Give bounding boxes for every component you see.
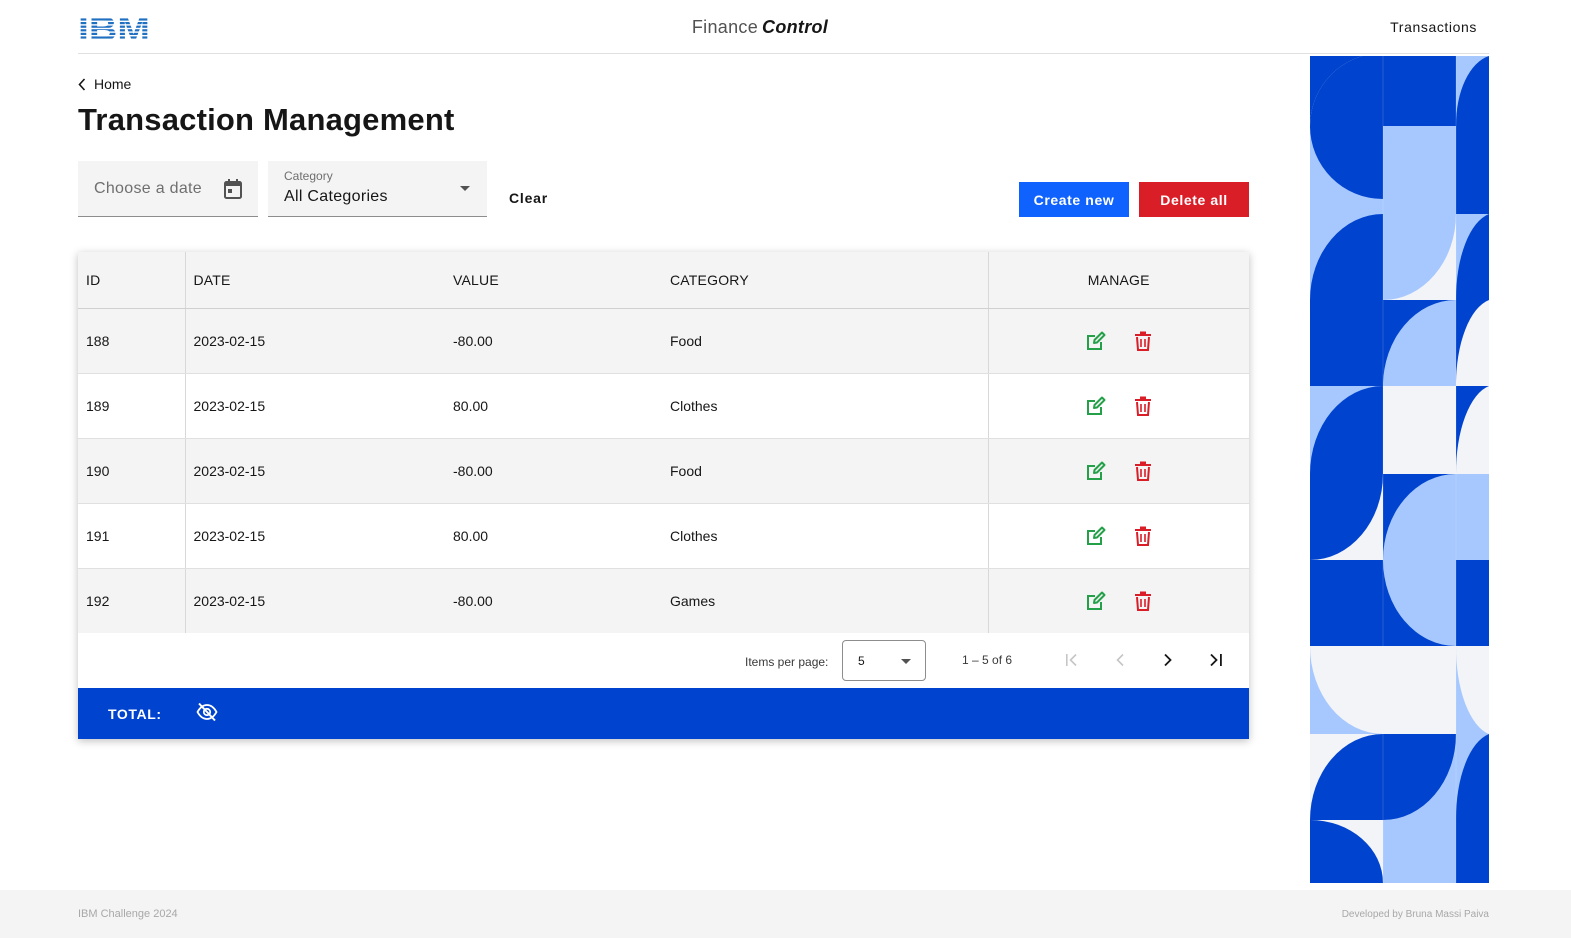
column-header-id[interactable]: ID xyxy=(78,252,186,309)
cell-value: 80.00 xyxy=(445,503,662,569)
table-row: 191 2023-02-15 80.00 Clothes xyxy=(78,503,1249,569)
eye-off-icon[interactable] xyxy=(196,702,218,727)
create-new-button[interactable]: Create new xyxy=(1019,182,1129,217)
column-header-manage: MANAGE xyxy=(988,252,1249,309)
breadcrumb-home[interactable]: Home xyxy=(78,76,131,92)
breadcrumb-label: Home xyxy=(94,76,132,92)
table-header-row: ID DATE VALUE CATEGORY MANAGE xyxy=(78,252,1249,309)
trash-icon[interactable] xyxy=(1134,331,1152,351)
cell-value: -80.00 xyxy=(445,438,662,504)
edit-icon[interactable] xyxy=(1085,525,1107,547)
cell-id: 191 xyxy=(78,503,186,569)
cell-id: 190 xyxy=(78,438,186,504)
first-page-icon xyxy=(1066,653,1077,667)
cell-date: 2023-02-15 xyxy=(185,438,445,504)
cell-value: 80.00 xyxy=(445,373,662,439)
dropdown-caret-icon xyxy=(460,186,470,191)
app-title: Finance Control xyxy=(0,17,1520,38)
column-header-date[interactable]: DATE xyxy=(185,252,445,309)
trash-icon[interactable] xyxy=(1134,396,1152,416)
cell-manage xyxy=(988,568,1249,633)
cell-category: Food xyxy=(662,308,989,374)
page-size-value: 5 xyxy=(858,654,865,668)
edit-icon[interactable] xyxy=(1085,395,1107,417)
cell-category: Clothes xyxy=(662,503,989,569)
header-divider xyxy=(78,53,1489,54)
table-row: 189 2023-02-15 80.00 Clothes xyxy=(78,373,1249,439)
last-page-icon xyxy=(1210,653,1222,667)
app-title-accent: Control xyxy=(762,17,829,37)
chevron-left-icon xyxy=(78,77,86,91)
app-header: IBM Finance Control Transactions xyxy=(0,0,1571,55)
cell-id: 188 xyxy=(78,308,186,374)
chevron-right-icon xyxy=(1164,653,1172,667)
cell-manage xyxy=(988,308,1249,374)
total-label: TOTAL: xyxy=(108,706,162,722)
total-bar: TOTAL: xyxy=(78,688,1249,739)
cell-date: 2023-02-15 xyxy=(185,503,445,569)
edit-icon[interactable] xyxy=(1085,460,1107,482)
edit-icon[interactable] xyxy=(1085,330,1107,352)
category-value: All Categories xyxy=(284,188,388,205)
cell-id: 189 xyxy=(78,373,186,439)
cell-category: Games xyxy=(662,568,989,633)
page-title: Transaction Management xyxy=(78,102,455,137)
previous-page-button[interactable] xyxy=(1108,648,1132,672)
chevron-left-icon xyxy=(1116,653,1124,667)
dropdown-caret-icon xyxy=(901,659,911,664)
page-range-label: 1 – 5 of 6 xyxy=(962,653,1013,667)
cell-manage xyxy=(988,373,1249,439)
clear-filters-button[interactable]: Clear xyxy=(509,190,548,206)
column-header-value[interactable]: VALUE xyxy=(445,252,662,309)
first-page-button[interactable] xyxy=(1060,648,1084,672)
app-title-main: Finance xyxy=(691,17,759,37)
next-page-button[interactable] xyxy=(1156,648,1180,672)
footer: IBM Challenge 2024 Developed by Bruna Ma… xyxy=(0,890,1571,938)
transactions-card: ID DATE VALUE CATEGORY MANAGE 188 2023-02… xyxy=(78,252,1249,739)
paginator: Items per page: 5 1 – 5 of 6 xyxy=(78,632,1249,688)
cell-value: -80.00 xyxy=(445,308,662,374)
items-per-page-label: Items per page: xyxy=(745,655,829,669)
nav-link-transactions[interactable]: Transactions xyxy=(1390,19,1477,35)
trash-icon[interactable] xyxy=(1134,591,1152,611)
date-placeholder: Choose a date xyxy=(94,180,202,197)
date-picker-field[interactable]: Choose a date xyxy=(78,161,258,217)
cell-category: Clothes xyxy=(662,373,989,439)
trash-icon[interactable] xyxy=(1134,526,1152,546)
last-page-button[interactable] xyxy=(1204,648,1228,672)
transactions-table: ID DATE VALUE CATEGORY MANAGE 188 2023-02… xyxy=(78,252,1249,633)
cell-date: 2023-02-15 xyxy=(185,373,445,439)
category-select[interactable]: Category All Categories xyxy=(268,161,487,217)
footer-right-text: Developed by Bruna Massi Paiva xyxy=(1341,909,1489,920)
column-header-category[interactable]: CATEGORY xyxy=(662,252,989,309)
delete-all-button[interactable]: Delete all xyxy=(1139,182,1249,217)
page-size-select[interactable]: 5 xyxy=(842,640,926,681)
cell-id: 192 xyxy=(78,568,186,633)
table-row: 188 2023-02-15 -80.00 Food xyxy=(78,308,1249,374)
table-row: 192 2023-02-15 -80.00 Games xyxy=(78,568,1249,633)
trash-icon[interactable] xyxy=(1134,461,1152,481)
cell-category: Food xyxy=(662,438,989,504)
calendar-icon[interactable] xyxy=(223,178,243,205)
table-row: 190 2023-02-15 -80.00 Food xyxy=(78,438,1249,504)
cell-manage xyxy=(988,438,1249,504)
decorative-pattern xyxy=(1310,56,1489,883)
category-label: Category xyxy=(284,169,333,183)
cell-date: 2023-02-15 xyxy=(185,308,445,374)
edit-icon[interactable] xyxy=(1085,590,1107,612)
footer-left-text: IBM Challenge 2024 xyxy=(78,908,178,920)
cell-manage xyxy=(988,503,1249,569)
cell-value: -80.00 xyxy=(445,568,662,633)
cell-date: 2023-02-15 xyxy=(185,568,445,633)
